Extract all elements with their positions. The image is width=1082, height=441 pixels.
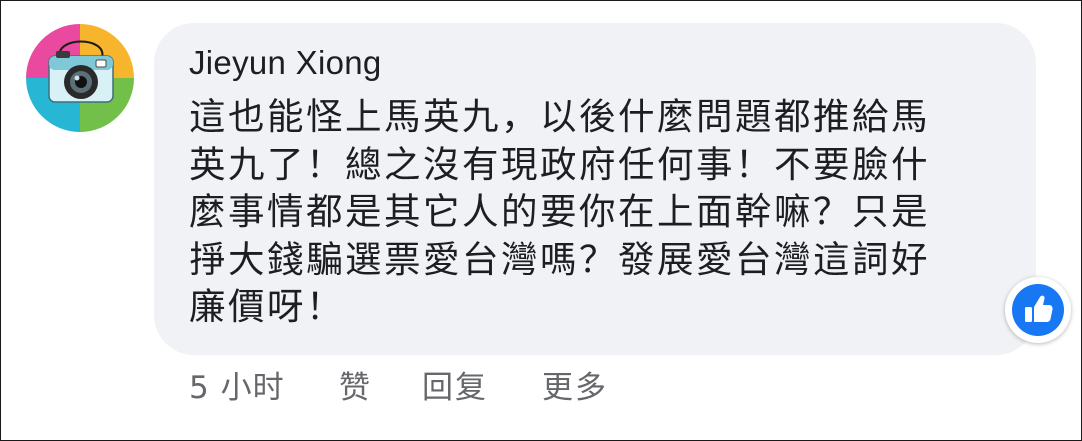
camera-avatar-icon: [26, 24, 134, 132]
comment-bubble: Jieyun Xiong 這也能怪上馬英九，以後什麼問題都推給馬 英九了！總之沒…: [154, 23, 1036, 355]
comment-text: 這也能怪上馬英九，以後什麼問題都推給馬 英九了！總之沒有現政府任何事！不要臉什 …: [189, 93, 999, 331]
comment-line: 麼事情都是其它人的要你在上面幹嘛？只是: [189, 190, 930, 233]
reply-button[interactable]: 回复: [422, 365, 488, 411]
comment-line: 廉價呀！: [189, 285, 345, 328]
comment-line: 英九了！總之沒有現政府任何事！不要臉什: [189, 142, 930, 186]
like-reaction-badge[interactable]: [1005, 277, 1071, 343]
like-reaction-circle: [1012, 284, 1064, 336]
comment-line: 掙大錢騙選票愛台灣嗎？發展愛台灣這詞好: [189, 237, 930, 281]
avatar[interactable]: [26, 24, 134, 132]
like-button[interactable]: 赞: [339, 365, 370, 411]
comment-author[interactable]: Jieyun Xiong: [189, 43, 382, 83]
comment-timestamp[interactable]: 5 小时: [189, 365, 285, 411]
comment-frame: Jieyun Xiong 這也能怪上馬英九，以後什麼問題都推給馬 英九了！總之沒…: [0, 0, 1082, 441]
like-icon: [1025, 295, 1053, 322]
comment-line: 這也能怪上馬英九，以後什麼問題都推給馬: [189, 95, 930, 138]
more-button[interactable]: 更多: [542, 365, 608, 411]
